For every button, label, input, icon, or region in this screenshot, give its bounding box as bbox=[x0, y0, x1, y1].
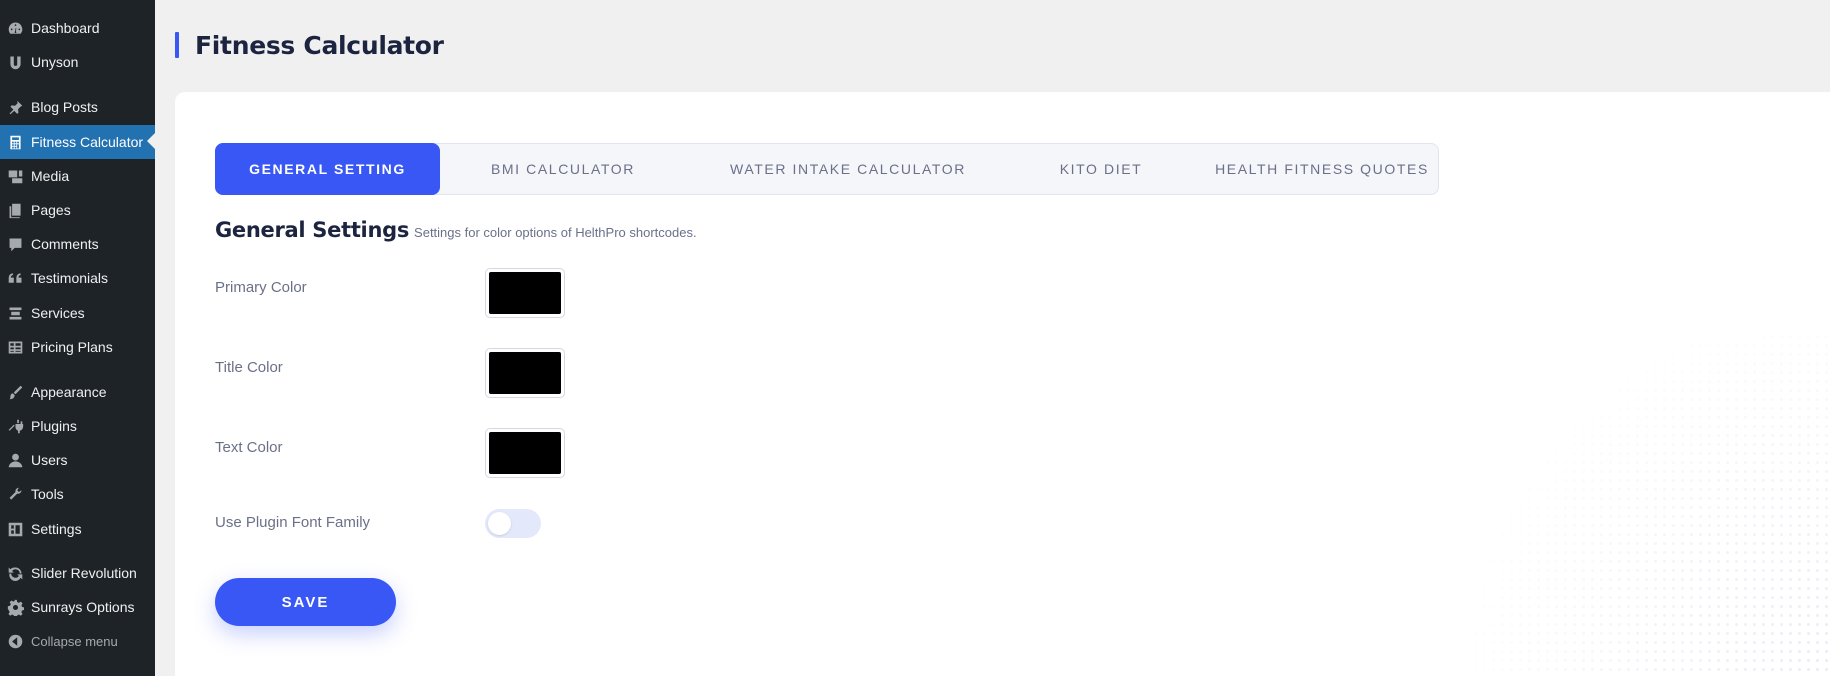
pin-icon bbox=[4, 99, 26, 116]
plugin-font-label: Use Plugin Font Family bbox=[215, 514, 371, 531]
brush-icon bbox=[4, 384, 26, 401]
sidebar-item-label: Media bbox=[31, 168, 70, 184]
sidebar-item-unyson[interactable]: Unyson bbox=[0, 46, 155, 78]
sidebar-item-pricing-plans[interactable]: Pricing Plans bbox=[0, 331, 155, 363]
toggle-knob bbox=[488, 512, 511, 535]
gear-icon bbox=[4, 599, 26, 616]
sidebar-item-label: Pricing Plans bbox=[31, 339, 113, 355]
sidebar-item-appearance[interactable]: Appearance bbox=[0, 376, 155, 408]
tab-general-setting[interactable]: GENERAL SETTING bbox=[215, 143, 440, 195]
sidebar-item-label: Sunrays Options bbox=[31, 599, 135, 615]
table-icon bbox=[4, 339, 26, 356]
calculator-icon bbox=[4, 134, 26, 151]
sidebar-item-label: Appearance bbox=[31, 384, 107, 400]
sidebar-item-pages[interactable]: Pages bbox=[0, 194, 155, 226]
list-icon bbox=[4, 305, 26, 322]
section-header: General Settings Settings for color opti… bbox=[215, 218, 697, 242]
sidebar-item-tools[interactable]: Tools bbox=[0, 478, 155, 510]
user-icon bbox=[4, 452, 26, 469]
media-icon bbox=[4, 168, 26, 185]
dashboard-icon bbox=[4, 20, 26, 37]
sidebar-item-label: Fitness Calculator bbox=[31, 134, 144, 150]
sidebar-item-settings[interactable]: Settings bbox=[0, 513, 155, 545]
text-color-swatch bbox=[489, 432, 561, 474]
sidebar-item-label: Settings bbox=[31, 521, 82, 537]
comment-icon bbox=[4, 236, 26, 253]
sidebar-item-label: Tools bbox=[31, 486, 64, 502]
sidebar-item-label: Collapse menu bbox=[31, 633, 118, 649]
sidebar-item-label: Plugins bbox=[31, 418, 77, 434]
sidebar-item-users[interactable]: Users bbox=[0, 444, 155, 476]
section-title: General Settings bbox=[215, 218, 410, 242]
title-color-label: Title Color bbox=[215, 359, 283, 376]
sidebar-item-slider-revolution[interactable]: Slider Revolution bbox=[0, 557, 155, 589]
sidebar-item-label: Unyson bbox=[31, 54, 79, 70]
sidebar-item-label: Users bbox=[31, 452, 68, 468]
tab-health-fitness-quotes[interactable]: HEALTH FITNESS QUOTES bbox=[1206, 144, 1438, 194]
sidebar-item-sunrays-options[interactable]: Sunrays Options bbox=[0, 591, 155, 623]
tab-bmi-calculator[interactable]: BMI CALCULATOR bbox=[448, 144, 678, 194]
sidebar-item-blog-posts[interactable]: Blog Posts bbox=[0, 91, 155, 123]
sidebar-item-label: Services bbox=[31, 305, 85, 321]
sidebar-item-label: Slider Revolution bbox=[31, 565, 137, 581]
primary-color-picker[interactable] bbox=[485, 268, 565, 318]
page-header: Fitness Calculator bbox=[175, 30, 444, 60]
sidebar-item-label: Pages bbox=[31, 202, 71, 218]
title-color-picker[interactable] bbox=[485, 348, 565, 398]
sidebar-item-dashboard[interactable]: Dashboard bbox=[0, 12, 155, 44]
sidebar-item-fitness-calculator[interactable]: Fitness Calculator bbox=[0, 125, 155, 159]
page-title: Fitness Calculator bbox=[195, 30, 444, 60]
plug-icon bbox=[4, 418, 26, 435]
settings-tabs: GENERAL SETTING BMI CALCULATOR WATER INT… bbox=[215, 143, 1439, 195]
settings-icon bbox=[4, 521, 26, 538]
primary-color-label: Primary Color bbox=[215, 279, 307, 296]
sidebar-item-label: Dashboard bbox=[31, 20, 100, 36]
text-color-label: Text Color bbox=[215, 439, 283, 456]
sidebar-item-comments[interactable]: Comments bbox=[0, 228, 155, 260]
sidebar-item-plugins[interactable]: Plugins bbox=[0, 410, 155, 442]
save-button[interactable]: SAVE bbox=[215, 578, 396, 626]
collapse-icon bbox=[4, 633, 26, 650]
title-accent-bar bbox=[175, 32, 179, 58]
dot-pattern-decoration bbox=[1435, 332, 1830, 676]
section-subtitle: Settings for color options of HelthPro s… bbox=[414, 225, 697, 240]
title-color-swatch bbox=[489, 352, 561, 394]
text-color-picker[interactable] bbox=[485, 428, 565, 478]
sidebar-item-services[interactable]: Services bbox=[0, 297, 155, 329]
sidebar-item-media[interactable]: Media bbox=[0, 160, 155, 192]
sidebar-item-label: Testimonials bbox=[31, 270, 109, 286]
tab-water-intake-calculator[interactable]: WATER INTAKE CALCULATOR bbox=[708, 144, 988, 194]
sidebar-item-label: Blog Posts bbox=[31, 99, 98, 115]
tab-kito-diet[interactable]: KITO DIET bbox=[1016, 144, 1186, 194]
settings-card: GENERAL SETTING BMI CALCULATOR WATER INT… bbox=[175, 92, 1830, 676]
quote-icon bbox=[4, 270, 26, 287]
primary-color-swatch bbox=[489, 272, 561, 314]
refresh-icon bbox=[4, 565, 26, 582]
collapse-menu-button[interactable]: Collapse menu bbox=[0, 625, 155, 657]
sidebar-item-label: Comments bbox=[31, 236, 99, 252]
pages-icon bbox=[4, 202, 26, 219]
wrench-icon bbox=[4, 486, 26, 503]
plugin-font-toggle[interactable] bbox=[485, 509, 541, 538]
admin-sidebar: Dashboard Unyson Blog Posts Fitness Calc… bbox=[0, 0, 155, 676]
unyson-icon bbox=[4, 54, 26, 71]
sidebar-item-testimonials[interactable]: Testimonials bbox=[0, 262, 155, 294]
